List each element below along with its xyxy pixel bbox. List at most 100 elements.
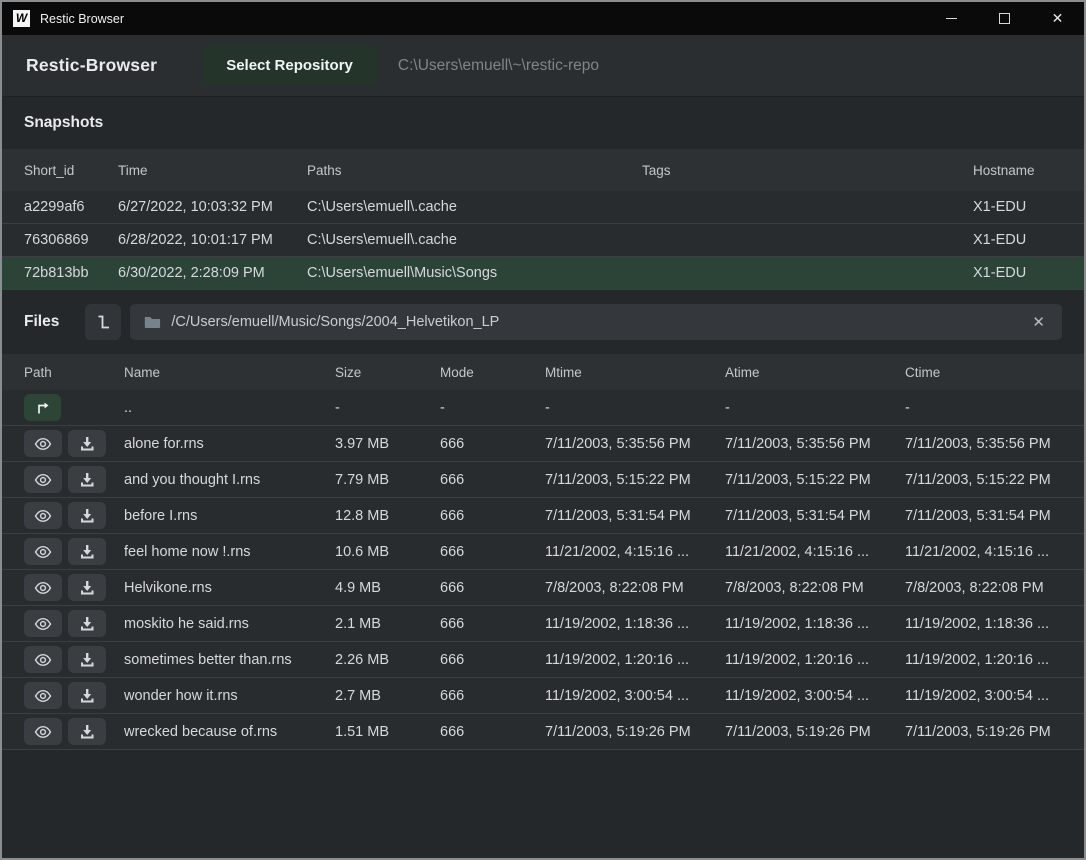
cell-mode: 666 bbox=[440, 436, 545, 452]
column-tags: Tags bbox=[642, 163, 973, 178]
column-path: Path bbox=[24, 365, 124, 380]
eye-icon bbox=[33, 506, 53, 526]
close-button[interactable]: ✕ bbox=[1031, 2, 1084, 35]
column-short-id: Short_id bbox=[24, 163, 118, 178]
maximize-button[interactable] bbox=[978, 2, 1031, 35]
snapshots-table-body: a2299af6 6/27/2022, 10:03:32 PM C:\Users… bbox=[2, 191, 1084, 290]
download-file-button[interactable] bbox=[68, 574, 106, 601]
cell-ctime: 11/19/2002, 1:20:16 ... bbox=[905, 652, 1062, 668]
preview-file-button[interactable] bbox=[24, 718, 62, 745]
snapshots-table-header: Short_id Time Paths Tags Hostname bbox=[2, 149, 1084, 191]
cell-name: wonder how it.rns bbox=[124, 688, 335, 704]
minimize-button[interactable] bbox=[925, 2, 978, 35]
cell-atime: 11/19/2002, 1:20:16 ... bbox=[725, 652, 905, 668]
cell-atime: 7/11/2003, 5:19:26 PM bbox=[725, 724, 905, 740]
go-root-button[interactable] bbox=[85, 304, 121, 340]
snapshot-row[interactable]: 72b813bb 6/30/2022, 2:28:09 PM C:\Users\… bbox=[2, 257, 1084, 290]
download-icon bbox=[77, 614, 97, 634]
cell-mtime: 11/19/2002, 3:00:54 ... bbox=[545, 688, 725, 704]
eye-icon bbox=[33, 542, 53, 562]
cell-hostname: X1-EDU bbox=[973, 232, 1062, 248]
files-toolbar: Files /C/Users/emuell/Music/Songs/2004_H… bbox=[2, 290, 1084, 354]
cell-mtime: 7/8/2003, 8:22:08 PM bbox=[545, 580, 725, 596]
cell-name: feel home now !.rns bbox=[124, 544, 335, 560]
minimize-icon bbox=[946, 18, 957, 19]
download-icon bbox=[77, 470, 97, 490]
download-file-button[interactable] bbox=[68, 682, 106, 709]
cell-size: 4.9 MB bbox=[335, 580, 440, 596]
download-file-button[interactable] bbox=[68, 430, 106, 457]
download-file-button[interactable] bbox=[68, 718, 106, 745]
column-atime: Atime bbox=[725, 365, 905, 380]
preview-file-button[interactable] bbox=[24, 682, 62, 709]
file-row[interactable]: Helvikone.rns 4.9 MB 666 7/8/2003, 8:22:… bbox=[2, 570, 1084, 606]
preview-file-button[interactable] bbox=[24, 502, 62, 529]
file-row[interactable]: sometimes better than.rns 2.26 MB 666 11… bbox=[2, 642, 1084, 678]
cell-size: 2.7 MB bbox=[335, 688, 440, 704]
cell-short-id: 72b813bb bbox=[24, 265, 118, 281]
cell-atime: 11/19/2002, 1:18:36 ... bbox=[725, 616, 905, 632]
cell-mtime: 7/11/2003, 5:15:22 PM bbox=[545, 472, 725, 488]
close-icon: ✕ bbox=[1052, 10, 1064, 27]
cell-size: 2.26 MB bbox=[335, 652, 440, 668]
window-title: Restic Browser bbox=[40, 12, 925, 26]
snapshot-row[interactable]: 76306869 6/28/2022, 10:01:17 PM C:\Users… bbox=[2, 224, 1084, 257]
eye-icon bbox=[33, 686, 53, 706]
cell-name: moskito he said.rns bbox=[124, 616, 335, 632]
select-repository-button[interactable]: Select Repository bbox=[202, 46, 377, 85]
cell-mode: 666 bbox=[440, 688, 545, 704]
preview-file-button[interactable] bbox=[24, 466, 62, 493]
clear-path-button[interactable]: ✕ bbox=[1028, 311, 1049, 333]
cell-size: 12.8 MB bbox=[335, 508, 440, 524]
column-mode: Mode bbox=[440, 365, 545, 380]
cell-hostname: X1-EDU bbox=[973, 199, 1062, 215]
cell-hostname: X1-EDU bbox=[973, 265, 1062, 281]
download-file-button[interactable] bbox=[68, 502, 106, 529]
file-path-bar[interactable]: /C/Users/emuell/Music/Songs/2004_Helveti… bbox=[130, 304, 1062, 340]
preview-file-button[interactable] bbox=[24, 538, 62, 565]
file-row[interactable]: moskito he said.rns 2.1 MB 666 11/19/200… bbox=[2, 606, 1084, 642]
cell-ctime: 7/11/2003, 5:31:54 PM bbox=[905, 508, 1062, 524]
cell-name: and you thought I.rns bbox=[124, 472, 335, 488]
download-icon bbox=[77, 686, 97, 706]
files-table-header: Path Name Size Mode Mtime Atime Ctime bbox=[2, 354, 1084, 390]
cell-ctime: 7/11/2003, 5:35:56 PM bbox=[905, 436, 1062, 452]
preview-file-button[interactable] bbox=[24, 574, 62, 601]
file-row[interactable]: feel home now !.rns 10.6 MB 666 11/21/20… bbox=[2, 534, 1084, 570]
download-file-button[interactable] bbox=[68, 466, 106, 493]
go-up-button[interactable] bbox=[24, 394, 61, 421]
column-hostname: Hostname bbox=[973, 163, 1062, 178]
file-row[interactable]: and you thought I.rns 7.79 MB 666 7/11/2… bbox=[2, 462, 1084, 498]
cell-mode: 666 bbox=[440, 652, 545, 668]
file-row[interactable]: alone for.rns 3.97 MB 666 7/11/2003, 5:3… bbox=[2, 426, 1084, 462]
up-dir-icon bbox=[33, 398, 53, 418]
download-icon bbox=[77, 650, 97, 670]
empty-area bbox=[2, 750, 1084, 858]
cell-ctime: 7/8/2003, 8:22:08 PM bbox=[905, 580, 1062, 596]
folder-icon bbox=[143, 313, 161, 331]
clear-icon: ✕ bbox=[1032, 314, 1045, 331]
column-mtime: Mtime bbox=[545, 365, 725, 380]
preview-file-button[interactable] bbox=[24, 430, 62, 457]
cell-mode: 666 bbox=[440, 472, 545, 488]
file-row[interactable]: wonder how it.rns 2.7 MB 666 11/19/2002,… bbox=[2, 678, 1084, 714]
preview-file-button[interactable] bbox=[24, 646, 62, 673]
cell-atime: 7/11/2003, 5:35:56 PM bbox=[725, 436, 905, 452]
download-file-button[interactable] bbox=[68, 538, 106, 565]
download-icon bbox=[77, 434, 97, 454]
download-file-button[interactable] bbox=[68, 610, 106, 637]
column-size: Size bbox=[335, 365, 440, 380]
download-icon bbox=[77, 506, 97, 526]
eye-icon bbox=[33, 614, 53, 634]
cell-atime: 11/19/2002, 3:00:54 ... bbox=[725, 688, 905, 704]
cell-mtime: 7/11/2003, 5:31:54 PM bbox=[545, 508, 725, 524]
preview-file-button[interactable] bbox=[24, 610, 62, 637]
parent-dir-row[interactable]: .. - - - - - bbox=[2, 390, 1084, 426]
file-row[interactable]: before I.rns 12.8 MB 666 7/11/2003, 5:31… bbox=[2, 498, 1084, 534]
column-name: Name bbox=[124, 365, 335, 380]
download-file-button[interactable] bbox=[68, 646, 106, 673]
snapshot-row[interactable]: a2299af6 6/27/2022, 10:03:32 PM C:\Users… bbox=[2, 191, 1084, 224]
cell-short-id: 76306869 bbox=[24, 232, 118, 248]
eye-icon bbox=[33, 722, 53, 742]
file-row[interactable]: wrecked because of.rns 1.51 MB 666 7/11/… bbox=[2, 714, 1084, 750]
